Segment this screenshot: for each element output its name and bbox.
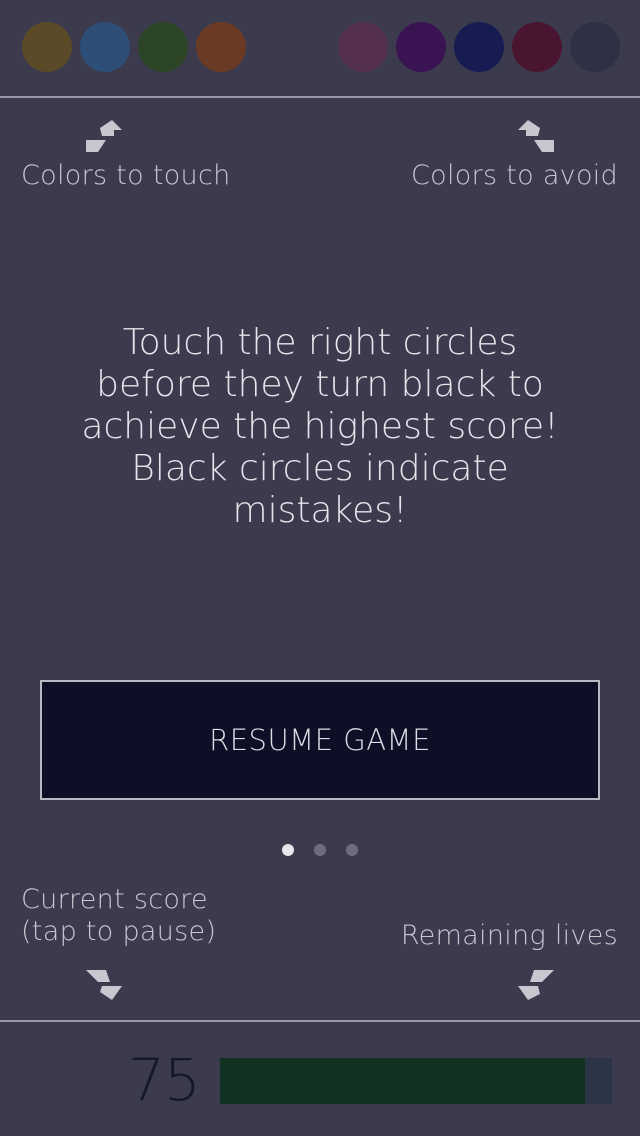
resume-game-label: RESUME GAME — [209, 723, 431, 757]
arrow-down-right-icon — [86, 970, 122, 1000]
current-score-value[interactable]: 75 — [128, 1046, 201, 1114]
colors-to-avoid-label: Colors to avoid — [410, 160, 618, 191]
page-dot-3[interactable] — [346, 844, 358, 856]
bottom-divider — [0, 1020, 640, 1022]
avoid-color-circle-2 — [396, 22, 446, 72]
instruction-line: Black circles indicate — [131, 448, 509, 489]
remaining-lives-fill — [220, 1058, 585, 1104]
avoid-color-circle-4 — [512, 22, 562, 72]
top-divider — [0, 96, 640, 98]
instruction-line: achieve the highest score! — [81, 406, 559, 447]
instructions-text: Touch the right circles before they turn… — [40, 322, 600, 532]
arrow-up-left-icon — [518, 120, 554, 152]
color-bar — [0, 0, 640, 96]
touch-color-circle-1 — [22, 22, 72, 72]
current-score-label: Current score (tap to pause) — [21, 884, 216, 948]
instruction-line: mistakes! — [232, 490, 408, 531]
remaining-lives-label: Remaining lives — [400, 920, 618, 951]
touch-color-circle-4 — [196, 22, 246, 72]
resume-game-button[interactable]: RESUME GAME — [40, 680, 600, 800]
colors-to-touch-label: Colors to touch — [21, 160, 231, 191]
page-dot-1[interactable] — [282, 844, 294, 856]
remaining-lives-bar — [220, 1058, 612, 1104]
avoid-color-circle-3 — [454, 22, 504, 72]
arrow-up-right-icon — [86, 120, 122, 152]
page-dot-2[interactable] — [314, 844, 326, 856]
current-score-label-line1: Current score — [21, 884, 208, 915]
arrow-down-left-icon — [518, 970, 554, 1000]
instruction-line: before they turn black to — [96, 364, 544, 405]
current-score-label-line2: (tap to pause) — [21, 916, 217, 947]
instruction-line: Touch the right circles — [122, 322, 518, 363]
avoid-color-circle-5 — [570, 22, 620, 72]
touch-color-circle-3 — [138, 22, 188, 72]
avoid-color-circle-1 — [338, 22, 388, 72]
touch-color-circle-2 — [80, 22, 130, 72]
